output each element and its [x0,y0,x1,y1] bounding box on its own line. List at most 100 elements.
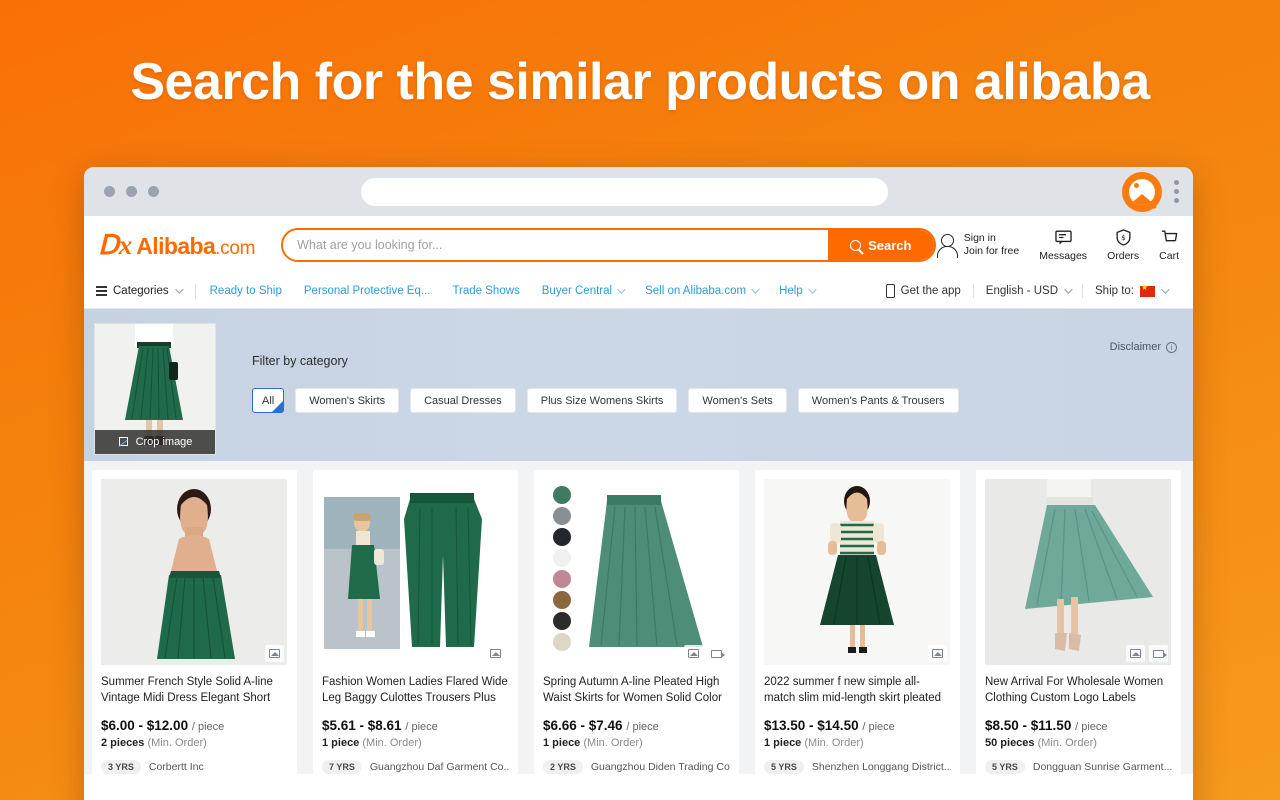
categories-label: Categories [113,285,169,297]
alibaba-logo[interactable]: Ⅾx Alibaba .com [98,230,255,261]
category-chip-casual-dresses[interactable]: Casual Dresses [410,388,516,413]
nav-link-sell-on-alibaba[interactable]: Sell on Alibaba.com [645,285,760,297]
nav-utilities: Get the app English - USD Ship to: [874,283,1179,298]
logo-text: Alibaba [136,232,216,259]
image-badge[interactable] [265,645,284,662]
product-image[interactable] [543,479,729,665]
logo-tld: .com [215,237,256,259]
product-image[interactable] [764,479,950,665]
category-chip-womens-sets[interactable]: Women's Sets [688,388,787,413]
category-chip-womens-pants-trousers[interactable]: Women's Pants & Trousers [797,388,959,413]
nav-link-ready-to-ship[interactable]: Ready to Ship [210,285,282,297]
media-badges [684,645,726,662]
product-title[interactable]: Summer French Style Solid A-line Vintage… [101,675,288,707]
minimize-dot[interactable] [126,186,137,197]
address-bar[interactable] [361,178,888,206]
nav-link-trade-shows[interactable]: Trade Shows [452,285,519,297]
image-badge[interactable] [684,645,703,662]
supplier-name: Guangzhou Diden Trading Co... [590,761,730,773]
product-artwork [322,479,508,665]
user-icon [936,234,958,258]
nav-link-ppe[interactable]: Personal Protective Eq... [304,285,431,297]
cart-label: Cart [1159,250,1179,262]
product-card[interactable]: New Arrival For Wholesale Women Clothing… [976,470,1181,774]
language-currency-selector[interactable]: English - USD [974,285,1082,297]
product-price: $8.50 - $11.50 / piece [985,718,1108,733]
search-input[interactable] [283,230,828,260]
price-unit: / piece [862,721,895,733]
browser-chrome-bar [84,167,1193,216]
chevron-down-icon [751,285,760,294]
product-image[interactable] [322,479,508,665]
orders-label: Orders [1107,250,1140,262]
video-badge[interactable] [707,645,726,662]
search-icon [850,239,862,251]
ship-to-selector[interactable]: Ship to: [1083,283,1179,297]
product-card[interactable]: Fashion Women Ladies Flared Wide Leg Bag… [313,470,518,774]
product-supplier[interactable]: 3 YRS Corbertt Inc [101,760,288,774]
product-supplier[interactable]: 5 YRS Shenzhen Longgang District... [764,760,951,774]
media-badges [1126,645,1168,662]
disclaimer-link[interactable]: Disclaimer i [1110,341,1177,353]
crop-image-button[interactable]: Crop image [95,430,215,454]
price-unit: / piece [1075,721,1108,733]
info-icon: i [1166,341,1177,353]
nav-link-buyer-central[interactable]: Buyer Central [542,285,626,297]
product-artwork [985,479,1171,665]
supplier-years-badge: 7 YRS [322,760,362,774]
product-artwork [101,479,287,665]
media-badges [486,645,505,662]
results-grid: Summer French Style Solid A-line Vintage… [84,461,1193,774]
china-flag-icon [1140,283,1155,297]
nav-divider [194,283,196,299]
browser-window: Ⅾx Alibaba .com Search Sign in Join for … [84,167,1193,800]
product-supplier[interactable]: 5 YRS Dongguan Sunrise Garment... [985,760,1172,774]
message-icon [1054,230,1072,245]
product-title[interactable]: Spring Autumn A-line Pleated High Waist … [543,675,730,707]
phone-icon [885,284,895,298]
product-artwork [764,479,950,665]
image-badge[interactable] [486,645,505,662]
supplier-years-badge: 5 YRS [985,760,1025,774]
category-chip-womens-skirts[interactable]: Women's Skirts [295,388,400,413]
price-unit: / piece [626,721,659,733]
svg-text:$: $ [1121,233,1126,242]
supplier-name: Corbertt Inc [148,761,204,773]
video-badge[interactable] [1149,645,1168,662]
category-chip-all[interactable]: All [252,388,285,413]
product-image[interactable] [985,479,1171,665]
join-free-label: Join for free [963,245,1020,257]
product-supplier[interactable]: 2 YRS Guangzhou Diden Trading Co... [543,760,730,774]
cart-button[interactable]: Cart [1159,228,1179,262]
product-title[interactable]: 2022 summer f new simple all-match slim … [764,675,951,707]
price-unit: / piece [405,721,438,733]
product-title[interactable]: New Arrival For Wholesale Women Clothing… [985,675,1172,707]
supplier-years-badge: 5 YRS [764,760,804,774]
categories-menu[interactable]: Categories [96,285,184,297]
messages-button[interactable]: Messages [1039,228,1087,262]
product-image[interactable] [101,479,287,665]
query-image-thumbnail[interactable]: Crop image [94,323,216,455]
sign-in-button[interactable]: Sign in Join for free [936,232,1019,258]
product-card[interactable]: Summer French Style Solid A-line Vintage… [92,470,297,774]
product-supplier[interactable]: 7 YRS Guangzhou Daf Garment Co... [322,760,509,774]
product-title[interactable]: Fashion Women Ladies Flared Wide Leg Bag… [322,675,509,707]
search-button[interactable]: Search [827,230,934,260]
orders-button[interactable]: $ Orders [1107,228,1139,262]
image-badge[interactable] [1126,645,1145,662]
category-chip-plus-size-womens-skirts[interactable]: Plus Size Womens Skirts [526,388,678,413]
disclaimer-label: Disclaimer [1109,341,1161,353]
product-card[interactable]: Spring Autumn A-line Pleated High Waist … [534,470,739,774]
image-badge[interactable] [928,645,947,662]
image-search-extension-icon[interactable] [1122,171,1162,212]
close-dot[interactable] [104,186,115,197]
get-the-app-button[interactable]: Get the app [874,284,973,298]
kebab-menu-icon[interactable] [1170,180,1183,203]
nav-link-help[interactable]: Help [779,285,817,297]
logo-mark-icon: Ⅾx [98,229,133,260]
nav-links: Ready to Ship Personal Protective Eq... … [210,285,817,297]
product-card[interactable]: 2022 summer f new simple all-match slim … [755,470,960,774]
chevron-down-icon [1161,285,1170,294]
maximize-dot[interactable] [148,186,159,197]
hamburger-icon [96,286,107,296]
